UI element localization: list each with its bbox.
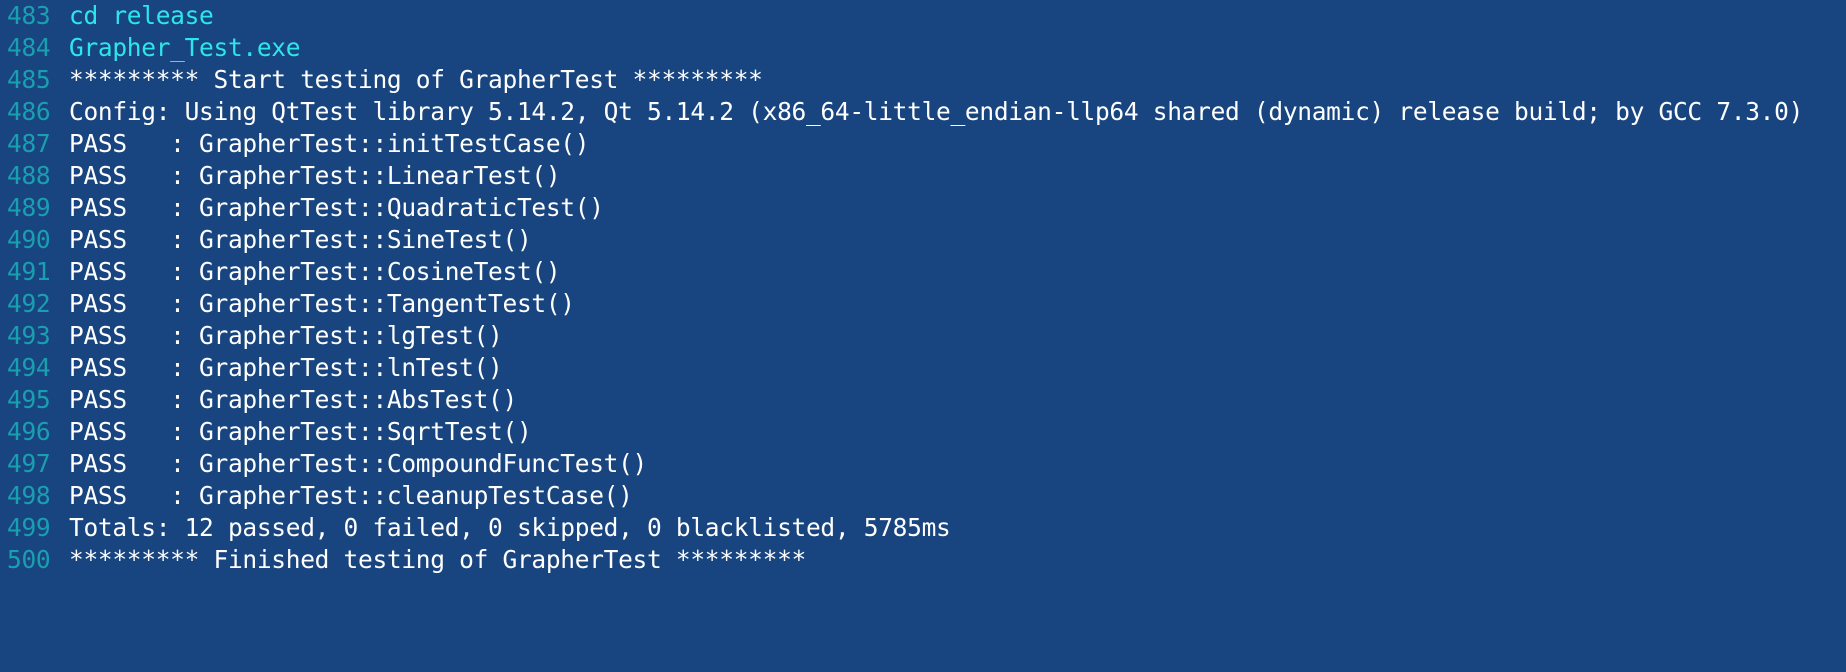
output-text: ********* Finished testing of GrapherTes… (69, 545, 806, 574)
line-number: 485 (7, 65, 51, 94)
terminal-line: 487 PASS : GrapherTest::initTestCase() (0, 128, 1846, 160)
line-number: 487 (7, 129, 51, 158)
line-number: 498 (7, 481, 51, 510)
line-number: 494 (7, 353, 51, 382)
terminal-line: 496 PASS : GrapherTest::SqrtTest() (0, 416, 1846, 448)
line-number: 483 (7, 1, 51, 30)
line-number: 500 (7, 545, 51, 574)
terminal-line: 483 cd release (0, 0, 1846, 32)
output-text: PASS : GrapherTest::QuadraticTest() (69, 193, 604, 222)
terminal-line: 500 ********* Finished testing of Graphe… (0, 544, 1846, 576)
terminal-line: 488 PASS : GrapherTest::LinearTest() (0, 160, 1846, 192)
output-text: PASS : GrapherTest::LinearTest() (69, 161, 561, 190)
terminal-line: 484 Grapher_Test.exe (0, 32, 1846, 64)
line-number: 490 (7, 225, 51, 254)
terminal-line: 493 PASS : GrapherTest::lgTest() (0, 320, 1846, 352)
terminal-line: 492 PASS : GrapherTest::TangentTest() (0, 288, 1846, 320)
line-number: 492 (7, 289, 51, 318)
terminal-line: 499 Totals: 12 passed, 0 failed, 0 skipp… (0, 512, 1846, 544)
output-text: Config: Using QtTest library 5.14.2, Qt … (69, 97, 1804, 126)
line-number: 497 (7, 449, 51, 478)
terminal-line: 494 PASS : GrapherTest::lnTest() (0, 352, 1846, 384)
line-number: 486 (7, 97, 51, 126)
terminal-line: 486 Config: Using QtTest library 5.14.2,… (0, 96, 1846, 128)
terminal-line: 485 ********* Start testing of GrapherTe… (0, 64, 1846, 96)
output-text: PASS : GrapherTest::lnTest() (69, 353, 503, 382)
output-text: PASS : GrapherTest::initTestCase() (69, 129, 590, 158)
line-number: 488 (7, 161, 51, 190)
line-number: 496 (7, 417, 51, 446)
command-text: Grapher_Test.exe (69, 33, 301, 62)
terminal-line: 491 PASS : GrapherTest::CosineTest() (0, 256, 1846, 288)
output-text: PASS : GrapherTest::cleanupTestCase() (69, 481, 633, 510)
output-text: PASS : GrapherTest::SineTest() (69, 225, 532, 254)
output-text: PASS : GrapherTest::AbsTest() (69, 385, 517, 414)
line-number: 489 (7, 193, 51, 222)
line-number: 499 (7, 513, 51, 542)
output-text: PASS : GrapherTest::lgTest() (69, 321, 503, 350)
command-text: cd release (69, 1, 214, 30)
line-number: 495 (7, 385, 51, 414)
output-text: PASS : GrapherTest::CosineTest() (69, 257, 561, 286)
totals-text: Totals: 12 passed, 0 failed, 0 skipped, … (69, 513, 951, 542)
terminal-output[interactable]: 483 cd release 484 Grapher_Test.exe 485 … (0, 0, 1846, 577)
terminal-line: 489 PASS : GrapherTest::QuadraticTest() (0, 192, 1846, 224)
terminal-line: 497 PASS : GrapherTest::CompoundFuncTest… (0, 448, 1846, 480)
line-number: 493 (7, 321, 51, 350)
line-number: 491 (7, 257, 51, 286)
terminal-line: 495 PASS : GrapherTest::AbsTest() (0, 384, 1846, 416)
terminal-line: 498 PASS : GrapherTest::cleanupTestCase(… (0, 480, 1846, 512)
output-text: PASS : GrapherTest::SqrtTest() (69, 417, 532, 446)
line-number: 484 (7, 33, 51, 62)
output-text: PASS : GrapherTest::TangentTest() (69, 289, 575, 318)
output-text: PASS : GrapherTest::CompoundFuncTest() (69, 449, 648, 478)
terminal-line: 490 PASS : GrapherTest::SineTest() (0, 224, 1846, 256)
output-text: ********* Start testing of GrapherTest *… (69, 65, 763, 94)
